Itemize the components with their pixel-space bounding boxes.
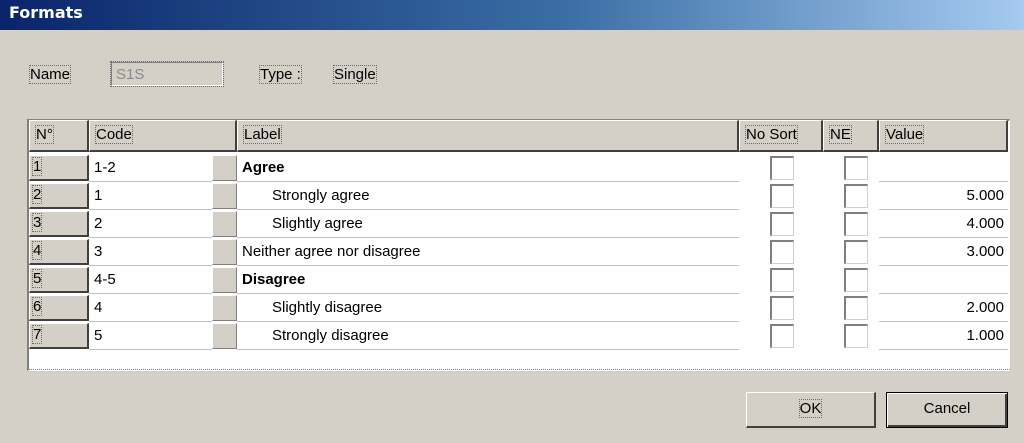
code-text: 2 (94, 215, 103, 232)
code-picker-button[interactable] (212, 323, 237, 349)
row-number-button[interactable]: 4 (29, 239, 89, 265)
title-bar[interactable]: Formats (0, 0, 1024, 30)
code-picker-button[interactable] (212, 183, 237, 209)
value-cell[interactable]: 1.000 (879, 322, 1008, 350)
code-cell[interactable]: 1 (89, 182, 212, 210)
label-text: Slightly agree (272, 215, 363, 232)
label-cell[interactable]: Neither agree nor disagree (237, 238, 739, 266)
column-header-label[interactable]: Label (237, 120, 739, 152)
code-text: 3 (94, 243, 103, 260)
code-text: 5 (94, 327, 103, 344)
code-cell[interactable]: 4-5 (89, 266, 212, 294)
ne-checkbox[interactable] (844, 184, 868, 208)
code-picker-button[interactable] (212, 211, 237, 237)
label-text: Slightly disagree (272, 299, 383, 316)
value-cell[interactable]: 5.000 (879, 182, 1008, 210)
ne-checkbox[interactable] (844, 324, 868, 348)
no-sort-checkbox[interactable] (770, 184, 794, 208)
code-cell[interactable]: 1-2 (89, 154, 212, 182)
label-cell[interactable]: Slightly disagree (237, 294, 739, 322)
column-header-code[interactable]: Code (89, 120, 237, 152)
no-sort-checkbox[interactable] (770, 212, 794, 236)
type-label: Type : (259, 65, 302, 84)
code-text: 1 (94, 187, 103, 204)
label-cell[interactable]: Disagree (237, 266, 739, 294)
row-number: 2 (31, 185, 43, 204)
type-value: Single (333, 65, 377, 84)
code-cell[interactable]: 4 (89, 294, 212, 322)
value-text: 4.000 (966, 215, 1004, 232)
value-cell[interactable] (879, 266, 1008, 294)
row-number-button[interactable]: 1 (29, 155, 89, 181)
label-text: Strongly agree (272, 187, 370, 204)
ne-checkbox[interactable] (844, 156, 868, 180)
code-cell[interactable]: 5 (89, 322, 212, 350)
code-text: 4 (94, 299, 103, 316)
value-cell[interactable]: 4.000 (879, 210, 1008, 238)
code-cell[interactable]: 2 (89, 210, 212, 238)
row-number: 1 (31, 157, 43, 176)
value-cell[interactable]: 3.000 (879, 238, 1008, 266)
name-label: Name (28, 65, 72, 84)
code-text: 1-2 (94, 159, 116, 176)
label-text: Strongly disagree (272, 327, 389, 344)
code-picker-button[interactable] (212, 267, 237, 293)
no-sort-checkbox[interactable] (770, 268, 794, 292)
cancel-button[interactable]: Cancel (886, 392, 1008, 428)
no-sort-checkbox[interactable] (770, 240, 794, 264)
label-text: Neither agree nor disagree (242, 243, 421, 260)
column-header-no-sort[interactable]: No Sort (739, 120, 823, 152)
value-cell[interactable] (879, 154, 1008, 182)
value-text: 5.000 (966, 187, 1004, 204)
row-number: 3 (31, 213, 43, 232)
row-number-button[interactable]: 2 (29, 183, 89, 209)
ne-checkbox[interactable] (844, 268, 868, 292)
no-sort-checkbox[interactable] (770, 324, 794, 348)
row-number: 7 (31, 325, 43, 344)
window-title: Formats (9, 3, 83, 22)
no-sort-checkbox[interactable] (770, 156, 794, 180)
row-number: 4 (31, 241, 43, 260)
code-text: 4-5 (94, 271, 116, 288)
column-header-ne[interactable]: NE (823, 120, 879, 152)
label-cell[interactable]: Strongly disagree (237, 322, 739, 350)
ok-button[interactable]: OK (746, 392, 876, 428)
column-header-number[interactable]: N° (29, 120, 89, 152)
ne-checkbox[interactable] (844, 240, 868, 264)
row-number-button[interactable]: 7 (29, 323, 89, 349)
value-text: 2.000 (966, 299, 1004, 316)
name-value: S1S (116, 66, 145, 83)
code-cell[interactable]: 3 (89, 238, 212, 266)
label-cell[interactable]: Slightly agree (237, 210, 739, 238)
name-field: S1S (110, 61, 224, 87)
ne-checkbox[interactable] (844, 296, 868, 320)
no-sort-checkbox[interactable] (770, 296, 794, 320)
code-picker-button[interactable] (212, 295, 237, 321)
row-number-button[interactable]: 5 (29, 267, 89, 293)
row-number: 5 (31, 269, 43, 288)
ne-checkbox[interactable] (844, 212, 868, 236)
code-picker-button[interactable] (212, 239, 237, 265)
column-header-value[interactable]: Value (879, 120, 1008, 152)
row-number-button[interactable]: 3 (29, 211, 89, 237)
grid-divider (27, 369, 1010, 371)
label-text: Agree (242, 159, 285, 176)
value-text: 1.000 (966, 327, 1004, 344)
label-cell[interactable]: Strongly agree (237, 182, 739, 210)
row-number-button[interactable]: 6 (29, 295, 89, 321)
label-cell[interactable]: Agree (237, 154, 739, 182)
value-text: 3.000 (966, 243, 1004, 260)
label-text: Disagree (242, 271, 306, 288)
value-cell[interactable]: 2.000 (879, 294, 1008, 322)
code-picker-button[interactable] (212, 155, 237, 181)
row-number: 6 (31, 297, 43, 316)
